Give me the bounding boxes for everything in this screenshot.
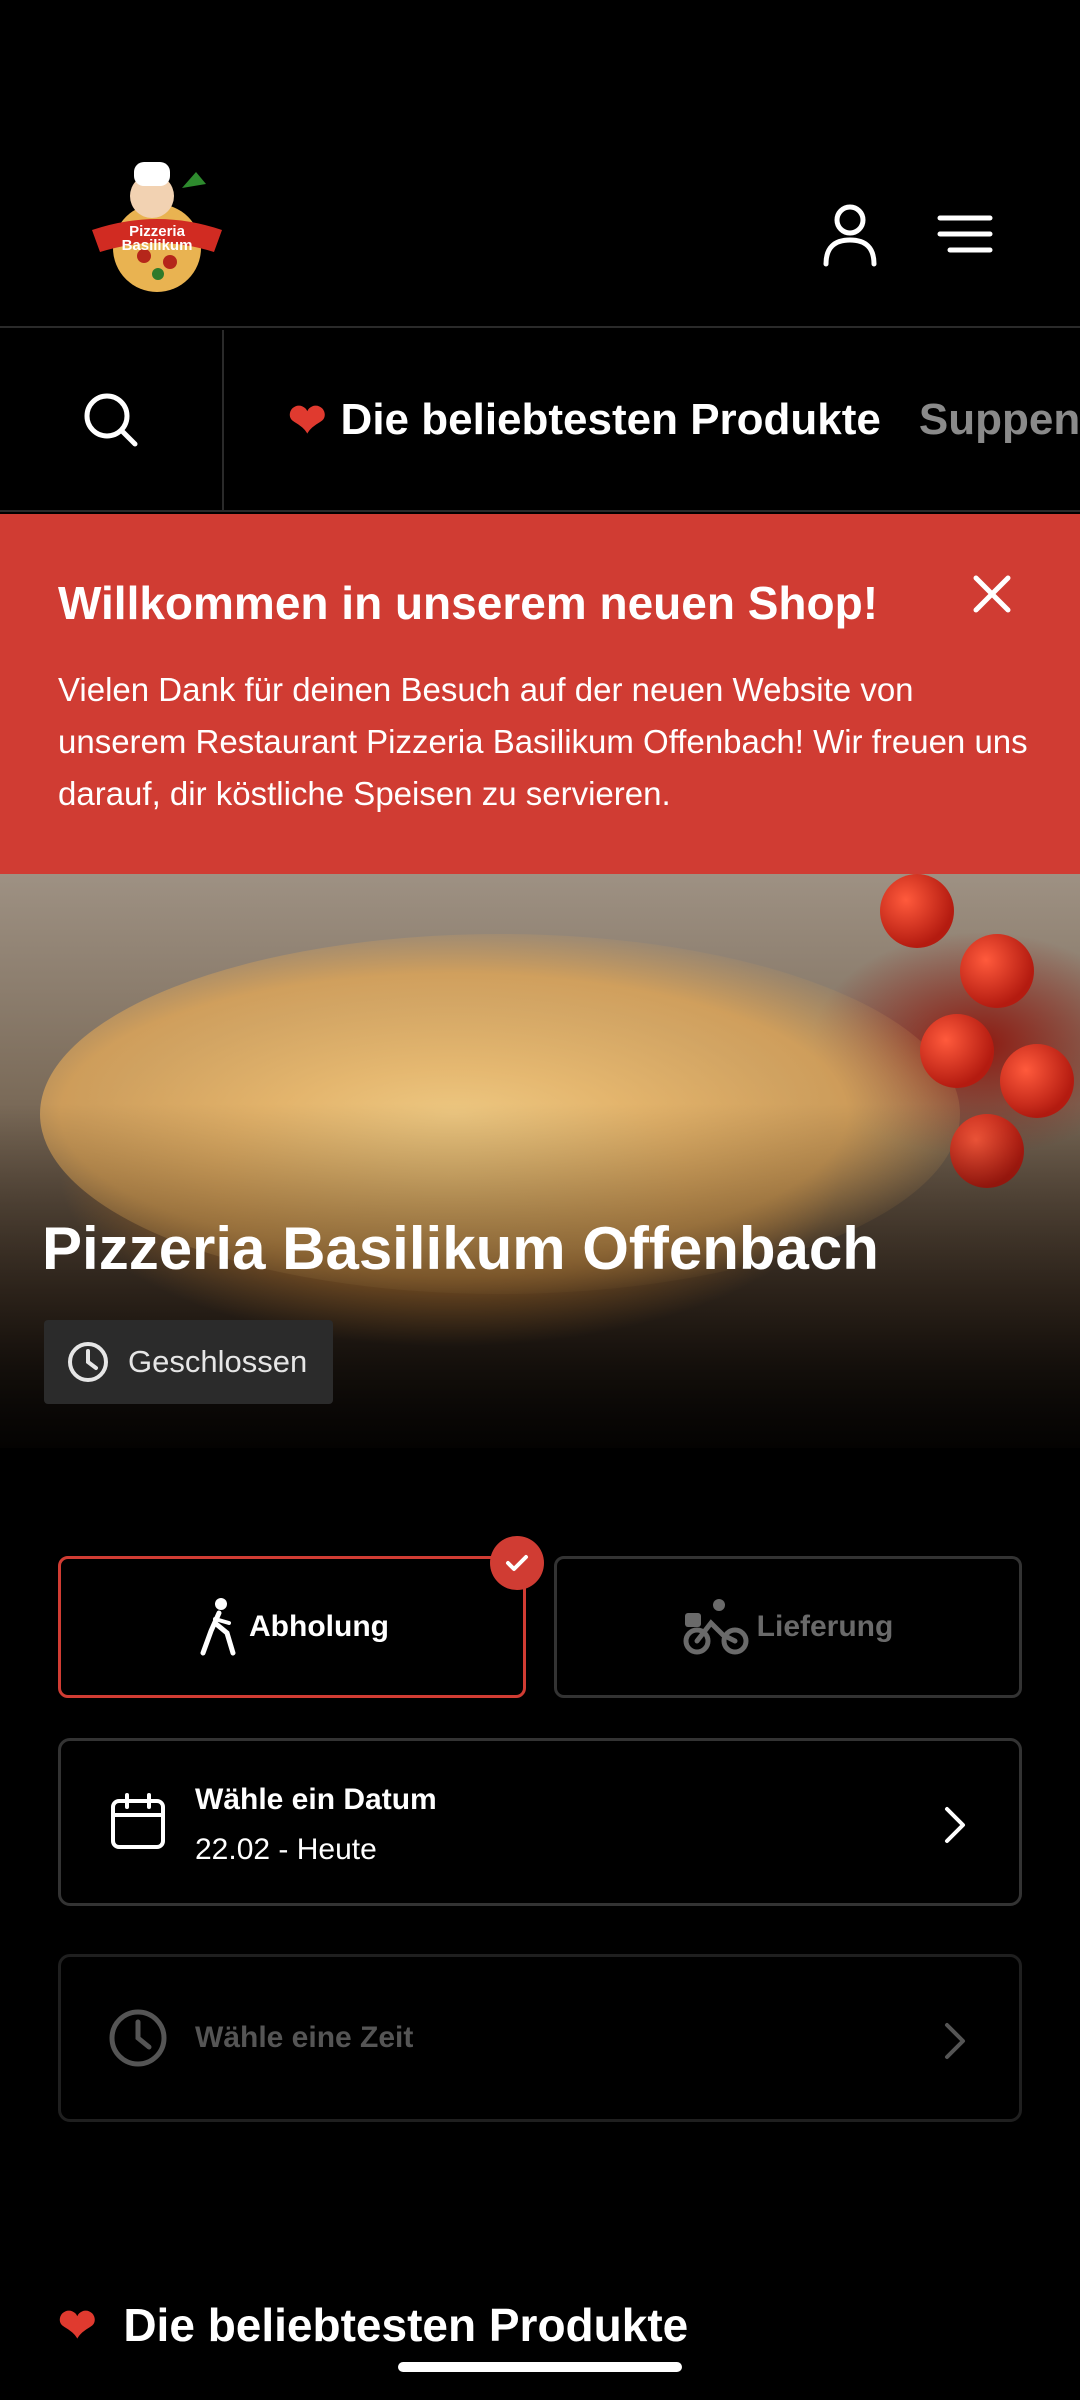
category-tab-label: Suppen xyxy=(918,395,1080,444)
banner-close-button[interactable] xyxy=(966,568,1018,620)
popular-products-heading: ❤ Die beliebtesten Produkte xyxy=(58,2298,688,2352)
app-header: Pizzeria Basilikum xyxy=(0,130,1080,328)
delivery-option[interactable]: Lieferung xyxy=(554,1556,1022,1698)
banner-text: Vielen Dank für deinen Besuch auf der ne… xyxy=(58,671,1028,812)
date-picker-label: Wähle ein Datum xyxy=(195,1783,437,1816)
time-picker[interactable]: Wähle eine Zeit xyxy=(58,1954,1022,2122)
category-tab-popular[interactable]: ❤ Die beliebtesten Produkte xyxy=(288,393,881,447)
welcome-banner: Willkommen in unserem neuen Shop! Vielen… xyxy=(0,514,1080,874)
hero-section: Pizzeria Basilikum Offenbach Geschlossen xyxy=(0,874,1080,1448)
menu-button[interactable] xyxy=(928,198,1000,270)
clock-icon xyxy=(109,2009,167,2067)
time-picker-label: Wähle eine Zeit xyxy=(195,2021,414,2054)
pizzeria-logo[interactable]: Pizzeria Basilikum xyxy=(82,156,232,304)
category-bar: ❤ Die beliebtesten Produkte Suppen xyxy=(0,330,1080,512)
heart-icon: ❤ xyxy=(288,394,327,446)
chevron-right-icon xyxy=(945,1807,965,1843)
category-tab-label: Die beliebtesten Produkte xyxy=(340,395,881,444)
hamburger-menu-icon xyxy=(937,215,993,253)
svg-text:Basilikum: Basilikum xyxy=(122,237,193,254)
status-bar xyxy=(0,0,1080,130)
home-indicator[interactable] xyxy=(398,2362,682,2372)
date-picker-value: 22.02 - Heute xyxy=(195,1833,377,1866)
opening-status-badge: Geschlossen xyxy=(44,1320,334,1404)
order-section: Abholung Lieferung Wähle ein Datum 22.02… xyxy=(0,1448,1080,2400)
close-icon xyxy=(973,575,1011,613)
bicycle-icon xyxy=(683,1599,749,1655)
restaurant-name: Pizzeria Basilikum Offenbach xyxy=(42,1215,879,1282)
checkmark-icon xyxy=(506,1555,528,1571)
delivery-label: Lieferung xyxy=(756,1610,894,1643)
calendar-icon xyxy=(111,1793,165,1849)
chevron-right-icon xyxy=(945,2023,965,2059)
pickup-label: Abholung xyxy=(249,1610,389,1643)
date-picker[interactable]: Wähle ein Datum 22.02 - Heute xyxy=(58,1738,1022,1906)
opening-status-text: Geschlossen xyxy=(128,1344,308,1379)
selected-check-badge xyxy=(490,1536,544,1590)
account-button[interactable] xyxy=(814,198,886,270)
section-title-text: Die beliebtesten Produkte xyxy=(123,2299,689,2351)
banner-title: Willkommen in unserem neuen Shop! xyxy=(58,577,879,629)
pickup-option[interactable]: Abholung xyxy=(58,1556,526,1698)
heart-icon: ❤ xyxy=(58,2299,97,2351)
category-list: ❤ Die beliebtesten Produkte Suppen xyxy=(288,330,1080,510)
search-button[interactable] xyxy=(0,330,224,510)
category-tab-soups[interactable]: Suppen xyxy=(919,395,1080,445)
walking-person-icon xyxy=(200,1598,236,1656)
account-icon xyxy=(823,204,877,267)
search-icon xyxy=(84,393,138,447)
clock-icon xyxy=(68,1342,108,1382)
